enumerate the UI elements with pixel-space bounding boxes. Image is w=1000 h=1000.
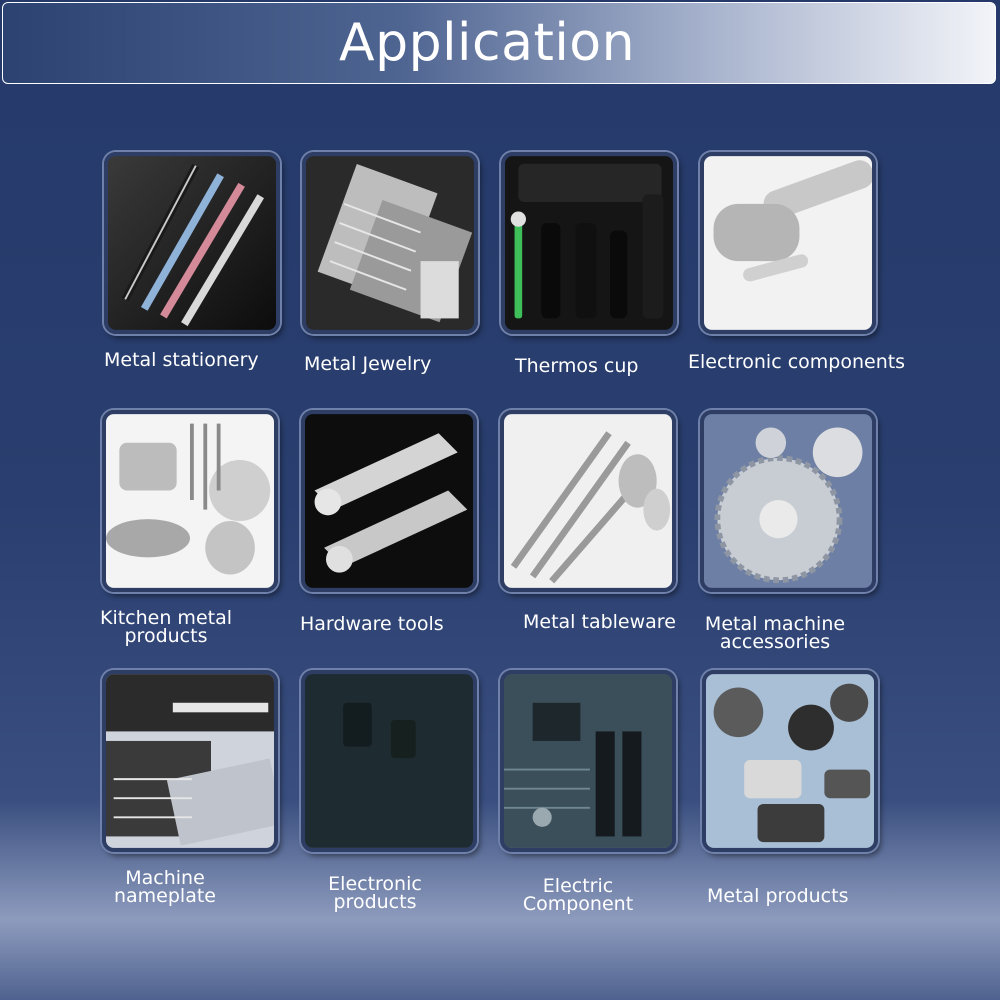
header-banner: Application [2, 2, 996, 84]
label-metal-tableware: Metal tableware [523, 611, 676, 633]
label-electronic-components: Electronic components [688, 351, 906, 373]
cookware-icon [106, 414, 274, 588]
label-metal-products: Metal products [707, 885, 849, 907]
label-metal-machine-accessories: Metal machine accessories [704, 613, 846, 653]
jewelry-case-icon [306, 156, 474, 330]
tile-thermos-cup[interactable] [501, 152, 677, 334]
tile-kitchen-metal-products[interactable] [102, 410, 278, 592]
tile-hardware-tools[interactable] [301, 410, 477, 592]
circuit-board-icon [504, 674, 672, 848]
label-electric-component: Electric Component [522, 875, 634, 915]
tile-electric-component[interactable] [500, 670, 676, 852]
tile-metal-stationery[interactable] [104, 152, 280, 334]
label-kitchen-metal-products: Kitchen metal products [99, 607, 233, 647]
page-title: Application [339, 13, 636, 73]
tile-metal-machine-accessories[interactable] [700, 410, 876, 592]
metal-tags-icon [706, 674, 874, 848]
tile-electronic-products[interactable] [301, 670, 477, 852]
tile-machine-nameplate[interactable] [102, 670, 278, 852]
label-electronic-products: Electronic products [328, 873, 422, 913]
tableware-icon [504, 414, 672, 588]
dark-device-icon [305, 674, 473, 848]
tile-electronic-components[interactable] [700, 152, 876, 334]
tile-metal-products[interactable] [702, 670, 878, 852]
thermos-icon [505, 156, 673, 330]
nameplate-icon [106, 674, 274, 848]
faucet-icon [704, 156, 872, 330]
tile-metal-tableware[interactable] [500, 410, 676, 592]
wrench-icon [305, 414, 473, 588]
saw-blade-icon [704, 414, 872, 588]
label-metal-jewelry: Metal Jewelry [304, 353, 432, 375]
tile-metal-jewelry[interactable] [302, 152, 478, 334]
label-machine-nameplate: Machine nameplate [113, 867, 216, 907]
label-metal-stationery: Metal stationery [104, 349, 259, 371]
label-thermos-cup: Thermos cup [515, 355, 639, 377]
pens-icon [108, 156, 276, 330]
label-hardware-tools: Hardware tools [300, 613, 444, 635]
